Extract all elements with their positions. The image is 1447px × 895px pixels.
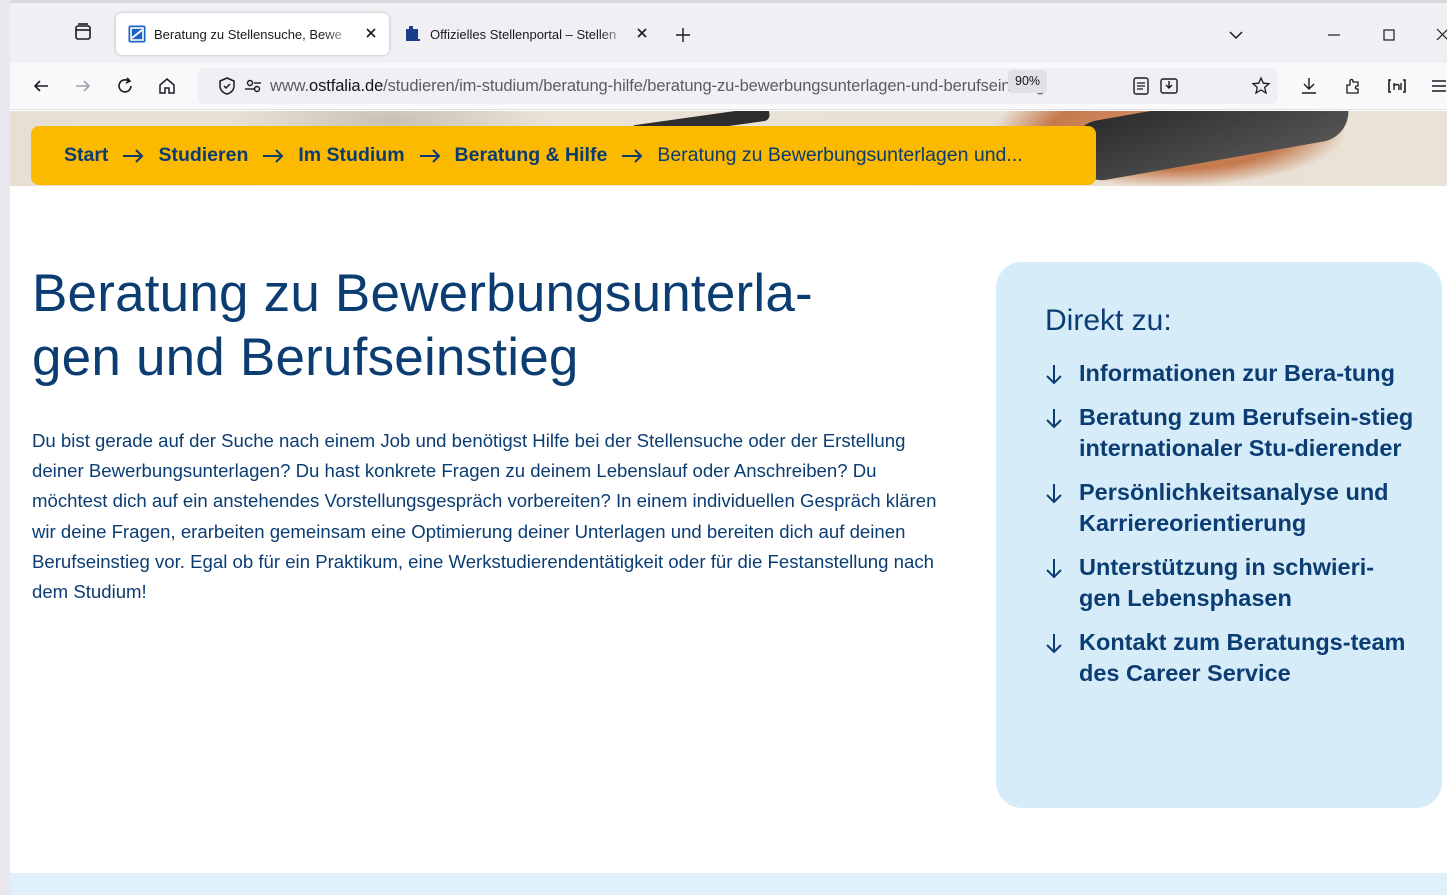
bookmark-star-icon[interactable]	[1250, 75, 1272, 97]
permissions-icon[interactable]	[242, 75, 264, 97]
web-page: Start Studieren Im Studium Beratung & Hi…	[10, 111, 1447, 895]
hero-arm-shape	[1066, 111, 1354, 185]
page-title-line-1: Beratung zu Bewerbungsunterla-	[32, 264, 813, 323]
tab-title: Offizielles Stellenportal – Stellen	[430, 26, 617, 42]
tab-title: Beratung zu Stellensuche, Bewe	[154, 26, 342, 42]
url-prefix: www.	[270, 77, 310, 95]
back-icon[interactable]	[30, 75, 52, 97]
tab-active[interactable]: Beratung zu Stellensuche, Bewe	[116, 13, 389, 55]
downloads-icon[interactable]	[1298, 75, 1320, 97]
tab-strip: Beratung zu Stellensuche, Bewe Offiziell…	[10, 0, 1447, 63]
home-icon[interactable]	[156, 75, 178, 97]
jump-link-kontakt[interactable]: Kontakt zum Beratungs-team des Career Se…	[1044, 627, 1414, 689]
url-domain: ostfalia.de	[309, 77, 384, 95]
intro-paragraph: Du bist gerade auf der Suche nach einem …	[32, 430, 937, 603]
tab-inactive[interactable]: Offizielles Stellenportal – Stellen	[394, 13, 660, 55]
breadcrumb-im-studium[interactable]: Im Studium	[298, 144, 404, 167]
close-tab-icon[interactable]	[363, 25, 379, 41]
arrow-down-icon	[1046, 484, 1062, 504]
jump-links-list: Informationen zur Bera-tung Beratung zum…	[1044, 358, 1414, 702]
page-title: Beratung zu Bewerbungsunterla- gen und B…	[32, 262, 972, 390]
app-menu-icon[interactable]	[1428, 75, 1447, 97]
breadcrumb-current: Beratung zu Bewerbungsunterlagen und...	[657, 144, 1023, 166]
jump-link-lebensphasen[interactable]: Unterstützung in schwieri-gen Lebensphas…	[1044, 552, 1414, 614]
breadcrumb: Start Studieren Im Studium Beratung & Hi…	[31, 126, 1096, 185]
nav-toolbar: www.ostfalia.de/studieren/im-studium/ber…	[10, 63, 1447, 110]
arrow-down-icon	[1046, 634, 1062, 654]
jump-link-label: Unterstützung in schwieri-gen Lebensphas…	[1079, 554, 1375, 611]
address-bar[interactable]: www.ostfalia.de/studieren/im-studium/ber…	[198, 68, 1278, 104]
arrow-down-icon	[1046, 365, 1062, 385]
jump-link-label: Persönlichkeitsanalyse und Karriereorien…	[1079, 479, 1389, 536]
ostfalia-logo-icon	[128, 25, 146, 43]
page-title-line-2: gen und Berufseinstieg	[32, 328, 579, 387]
jump-links-heading: Direkt zu:	[1045, 304, 1172, 337]
url-text[interactable]: www.ostfalia.de/studieren/im-studium/ber…	[270, 77, 1045, 96]
arrow-right-icon	[263, 148, 284, 163]
reload-icon[interactable]	[114, 75, 136, 97]
close-tab-icon[interactable]	[634, 25, 650, 41]
new-tab-icon[interactable]	[674, 26, 692, 44]
jump-link-label: Informationen zur Bera-tung	[1079, 360, 1395, 386]
tab-list-icon[interactable]	[72, 21, 94, 43]
arrow-right-icon	[419, 148, 440, 163]
jump-link-persoenlichkeitsanalyse[interactable]: Persönlichkeitsanalyse und Karriereorien…	[1044, 477, 1414, 539]
arrow-down-icon	[1046, 559, 1062, 579]
arrow-down-icon	[1046, 409, 1062, 429]
footer-band	[10, 873, 1447, 895]
breadcrumb-beratung-hilfe[interactable]: Beratung & Hilfe	[455, 144, 608, 167]
arrow-right-icon	[123, 148, 144, 163]
list-all-tabs-icon[interactable]	[1226, 25, 1246, 45]
minimize-icon[interactable]	[1324, 25, 1344, 45]
jump-links-box: Direkt zu: Informationen zur Bera-tung B…	[996, 262, 1442, 808]
jump-link-informationen[interactable]: Informationen zur Bera-tung	[1044, 358, 1414, 389]
breadcrumb-start[interactable]: Start	[64, 144, 108, 167]
url-path: /studieren/im-studium/beratung-hilfe/ber…	[383, 77, 1045, 95]
jump-link-label: Kontakt zum Beratungs-team des Career Se…	[1079, 629, 1406, 686]
jump-link-label: Beratung zum Berufsein-stieg internation…	[1079, 404, 1414, 461]
forward-icon[interactable]	[72, 75, 94, 97]
extensions-icon[interactable]	[1342, 75, 1364, 97]
arrow-right-icon	[622, 148, 643, 163]
extension-bracket-icon[interactable]	[1386, 75, 1408, 97]
jump-link-international[interactable]: Beratung zum Berufsein-stieg internation…	[1044, 402, 1414, 464]
reader-view-icon[interactable]	[1130, 75, 1152, 97]
browser-window: Beratung zu Stellensuche, Bewe Offiziell…	[0, 0, 1447, 895]
book-icon	[406, 26, 420, 41]
zoom-level-badge[interactable]: 90%	[1008, 70, 1048, 93]
shield-icon[interactable]	[216, 75, 238, 97]
breadcrumb-studieren[interactable]: Studieren	[158, 144, 248, 167]
close-window-icon[interactable]	[1433, 25, 1447, 45]
maximize-icon[interactable]	[1379, 25, 1399, 45]
save-to-pocket-icon[interactable]	[1158, 75, 1180, 97]
